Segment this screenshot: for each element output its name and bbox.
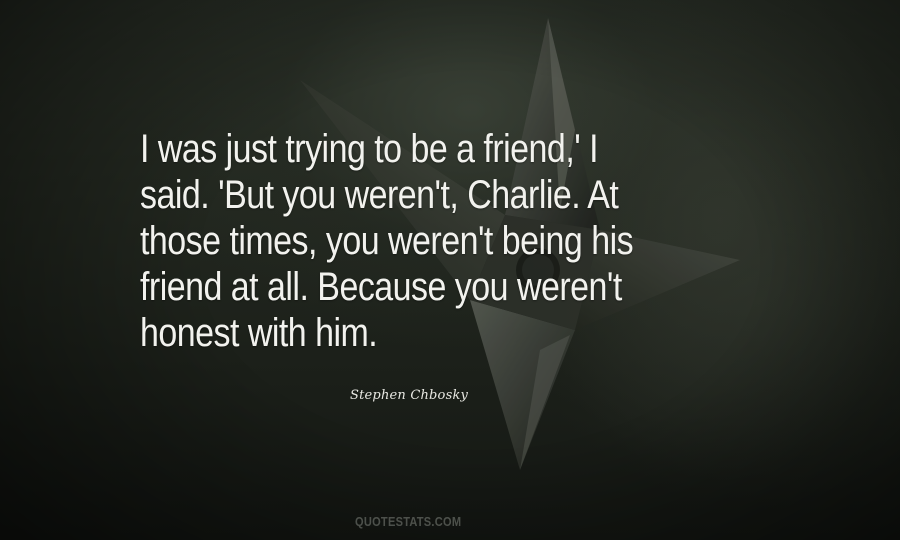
- watermark: QUOTESTATS.COM: [355, 514, 462, 529]
- quote-text: I was just trying to be a friend,' I sai…: [140, 126, 690, 356]
- quote-line: those times, you weren't being his: [140, 219, 634, 263]
- quote-line: said. 'But you weren't, Charlie. At: [140, 173, 619, 217]
- quote-author: Stephen Chbosky: [350, 388, 469, 403]
- quote-image: I was just trying to be a friend,' I sai…: [0, 0, 900, 540]
- quote-line: I was just trying to be a friend,' I: [140, 127, 599, 171]
- quote-line: honest with him.: [140, 311, 378, 355]
- quote-line: friend at all. Because you weren't: [140, 265, 622, 309]
